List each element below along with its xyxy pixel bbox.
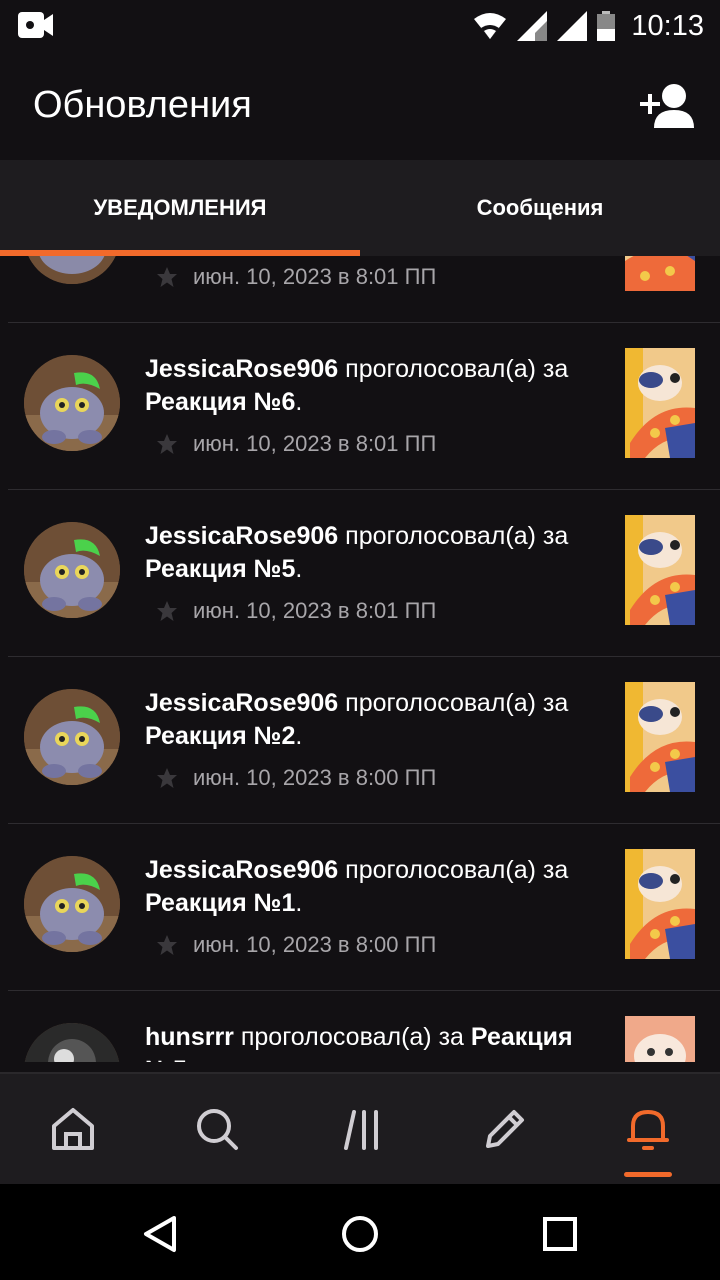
story-thumbnail[interactable] (625, 256, 695, 291)
notification-row[interactable]: JessicaRose906 проголосовал(а) за Реакци… (0, 657, 720, 824)
notification-text: JessicaRose906 проголосовал(а) за Реакци… (145, 687, 595, 753)
bottom-nav (0, 1072, 720, 1186)
notification-row[interactable]: JessicaRose906 проголосовал(а) за Реакци… (0, 824, 720, 991)
notification-target[interactable]: Реакция №1 (145, 889, 295, 917)
user-avatar[interactable] (24, 355, 120, 451)
notification-suffix: . (295, 889, 303, 917)
notification-meta: июн. 10, 2023 в 8:00 ПП (155, 765, 436, 791)
status-time: 10:13 (631, 9, 704, 42)
search-icon[interactable] (192, 1104, 242, 1154)
notification-user[interactable]: JessicaRose906 (145, 355, 338, 383)
notification-target[interactable]: Реакция №5 (145, 555, 295, 583)
user-avatar[interactable] (24, 256, 120, 284)
notification-row[interactable]: JessicaRose906 проголосовал(а) за Реакци… (0, 490, 720, 657)
story-thumbnail[interactable] (625, 348, 695, 458)
notification-action: проголосовал(а) за (338, 689, 569, 717)
notification-meta: июн. 10, 2023 в 8:00 ПП (155, 932, 436, 958)
story-thumbnail[interactable] (625, 682, 695, 792)
pencil-icon[interactable] (480, 1104, 530, 1154)
page-title: Обновления (33, 84, 252, 126)
video-record-icon (18, 12, 53, 38)
story-thumbnail[interactable] (625, 849, 695, 959)
notification-meta: июн. 10, 2023 в 8:01 ПП (155, 264, 436, 290)
user-avatar[interactable] (24, 689, 120, 785)
notification-action: проголосовал(а) за (233, 1023, 471, 1051)
signal-icon-2 (557, 11, 588, 41)
star-icon (157, 434, 177, 454)
tab-messages[interactable]: Сообщения (360, 160, 720, 256)
notification-action: проголосовал(а) за (338, 355, 569, 383)
notification-list[interactable]: июн. 10, 2023 в 8:01 ПП JessicaRose906 п… (0, 256, 720, 1062)
notification-text: JessicaRose906 проголосовал(а) за Реакци… (145, 353, 595, 419)
tab-bar: УВЕДОМЛЕНИЯ Сообщения (0, 160, 720, 256)
star-icon (157, 601, 177, 621)
notification-suffix: . (295, 388, 303, 416)
tab-notifications[interactable]: УВЕДОМЛЕНИЯ (0, 160, 360, 256)
notification-row[interactable]: JessicaRose906 проголосовал(а) за Реакци… (0, 323, 720, 490)
notification-suffix: . (295, 722, 303, 750)
battery-icon (597, 11, 616, 41)
notification-user[interactable]: JessicaRose906 (145, 689, 338, 717)
recents-icon[interactable] (542, 1216, 578, 1252)
notification-user[interactable]: JessicaRose906 (145, 522, 338, 550)
notification-target[interactable]: Реакция №2 (145, 722, 295, 750)
bell-icon[interactable] (623, 1104, 673, 1154)
notification-time: июн. 10, 2023 в 8:00 ПП (193, 765, 437, 790)
status-bar: 10:13 (0, 0, 720, 52)
notification-text: JessicaRose906 проголосовал(а) за Реакци… (145, 520, 595, 586)
notification-action: проголосовал(а) за (338, 522, 569, 550)
user-avatar[interactable] (24, 856, 120, 952)
notification-user[interactable]: hunsrrr (145, 1023, 234, 1051)
notification-suffix: . (187, 1056, 194, 1062)
home-button-icon[interactable] (340, 1214, 380, 1254)
notification-meta: июн. 10, 2023 в 8:01 ПП (155, 431, 436, 457)
notification-text: JessicaRose906 проголосовал(а) за Реакци… (145, 854, 595, 920)
notification-time: июн. 10, 2023 в 8:01 ПП (193, 598, 437, 623)
star-icon (157, 768, 177, 788)
notification-time: июн. 10, 2023 в 8:01 ПП (193, 264, 437, 289)
notification-meta: июн. 10, 2023 в 8:01 ПП (155, 598, 436, 624)
signal-icon (517, 11, 548, 41)
user-avatar[interactable] (24, 1023, 120, 1062)
star-icon (157, 935, 177, 955)
notification-row[interactable]: июн. 10, 2023 в 8:01 ПП (0, 256, 720, 323)
notification-suffix: . (295, 555, 303, 583)
story-thumbnail[interactable] (625, 515, 695, 625)
notification-time: июн. 10, 2023 в 8:00 ПП (193, 932, 437, 957)
notification-time: июн. 10, 2023 в 8:01 ПП (193, 431, 437, 456)
notification-action: проголосовал(а) за (338, 856, 569, 884)
notification-user[interactable]: JessicaRose906 (145, 856, 338, 884)
back-icon[interactable] (140, 1214, 180, 1254)
notification-target[interactable]: Реакция №6 (145, 388, 295, 416)
wifi-icon (474, 13, 507, 39)
home-icon[interactable] (48, 1104, 98, 1154)
app-bar: Обновления (0, 52, 720, 160)
notification-text: hunsrrr проголосовал(а) за Реакция №5. (145, 1021, 595, 1062)
star-icon (157, 267, 177, 287)
story-thumbnail[interactable] (625, 1016, 695, 1062)
notification-row[interactable]: hunsrrr проголосовал(а) за Реакция №5. (0, 991, 720, 1062)
add-user-icon[interactable] (640, 82, 696, 128)
library-icon[interactable] (336, 1104, 386, 1154)
nav-active-indicator (624, 1172, 672, 1177)
user-avatar[interactable] (24, 522, 120, 618)
system-nav-bar (0, 1184, 720, 1280)
